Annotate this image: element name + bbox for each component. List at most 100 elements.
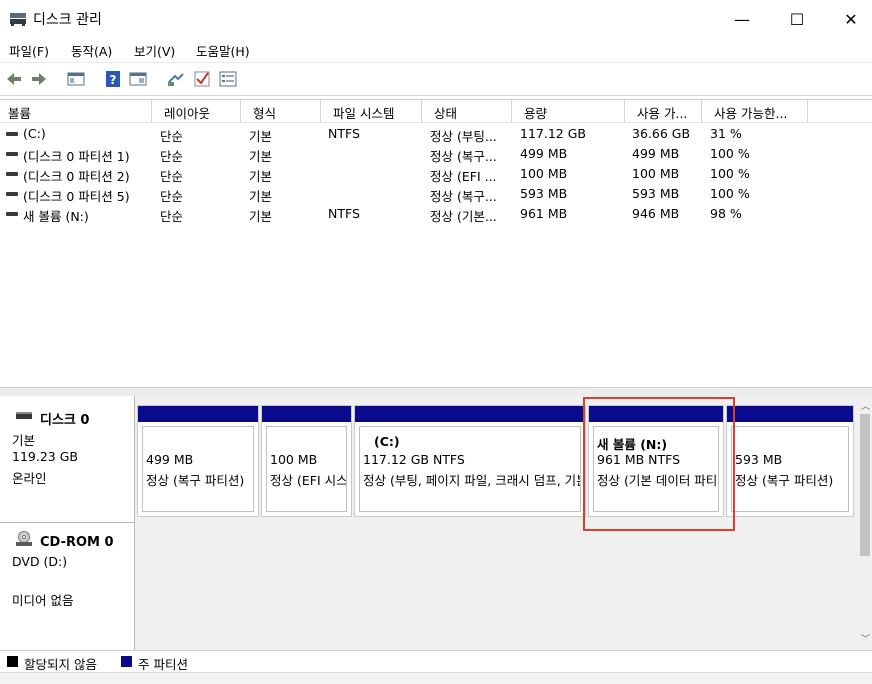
- legend: 할당되지 않음 주 파티션: [0, 650, 872, 673]
- partition-c[interactable]: (C:) 117.12 GB NTFS 정상 (부팅, 페이지 파일, 크래시 …: [354, 405, 586, 517]
- menu-bar: 파일(F) 동작(A) 보기(V) 도움말(H): [0, 38, 872, 62]
- volume-layout: 단순: [160, 189, 184, 204]
- volume-percent: 100 %: [710, 146, 750, 161]
- selection-highlight: [583, 397, 735, 531]
- partition-title: (C:): [374, 434, 400, 449]
- volume-icon: [6, 172, 18, 176]
- disk-0-state: 온라인: [12, 471, 47, 486]
- check-icon[interactable]: [193, 70, 211, 88]
- volume-free: 946 MB: [632, 206, 680, 221]
- help-icon[interactable]: ?: [104, 70, 122, 88]
- vertical-scrollbar[interactable]: ︿ ﹀: [858, 396, 872, 650]
- column-divider[interactable]: [624, 100, 625, 122]
- volume-type: 기본: [249, 189, 273, 204]
- title-bar: 디스크 관리 — ☐ ✕: [0, 0, 872, 38]
- menu-file[interactable]: 파일(F): [9, 41, 49, 60]
- scrollbar-thumb[interactable]: [860, 414, 870, 556]
- partition-size: 100 MB: [270, 452, 318, 467]
- scroll-down-icon[interactable]: ﹀: [861, 632, 870, 645]
- column-divider[interactable]: [421, 100, 422, 122]
- volume-free: 593 MB: [632, 186, 680, 201]
- minimize-button[interactable]: —: [719, 0, 765, 38]
- volume-name: 새 볼륨 (N:): [23, 209, 89, 224]
- window-title: 디스크 관리: [33, 12, 102, 28]
- legend-primary-label: 주 파티션: [138, 657, 188, 672]
- column-percent-free[interactable]: 사용 가능한...: [714, 103, 787, 121]
- back-arrow-icon[interactable]: [5, 70, 23, 88]
- cdrom-0-name: CD-ROM 0: [40, 535, 114, 550]
- volume-percent: 98 %: [710, 206, 742, 221]
- volume-icon: [6, 212, 18, 216]
- partition-recovery-1[interactable]: 499 MB 정상 (복구 파티션): [137, 405, 259, 517]
- volume-row[interactable]: (C:) 단순 기본 NTFS 정상 (부팅... 117.12 GB 36.6…: [0, 124, 872, 144]
- partition-status: 정상 (EFI 시스템 파티션): [270, 473, 347, 488]
- partition-recovery-5[interactable]: 593 MB 정상 (복구 파티션): [726, 405, 854, 517]
- volume-fs: NTFS: [328, 206, 360, 221]
- maximize-button[interactable]: ☐: [774, 0, 820, 38]
- volume-percent: 100 %: [710, 166, 750, 181]
- menu-help[interactable]: 도움말(H): [196, 41, 250, 60]
- volume-type: 기본: [249, 149, 273, 164]
- status-bar: [0, 672, 872, 684]
- cdrom-0-drive: DVD (D:): [12, 554, 68, 569]
- column-divider[interactable]: [320, 100, 321, 122]
- partition-status: 정상 (복구 파티션): [146, 473, 245, 488]
- volume-icon: [6, 192, 18, 196]
- scroll-up-icon[interactable]: ︿: [861, 399, 870, 412]
- disk-0-label[interactable]: 디스크 0 기본 119.23 GB 온라인: [0, 396, 135, 523]
- volume-icon: [6, 152, 18, 156]
- column-layout[interactable]: 레이아웃: [164, 103, 210, 121]
- volume-list: 볼륨 레이아웃 형식 파일 시스템 상태 용량 사용 가... 사용 가능한..…: [0, 99, 872, 388]
- cdrom-0-state: 미디어 없음: [12, 593, 74, 608]
- column-divider[interactable]: [151, 100, 152, 122]
- column-free-space[interactable]: 사용 가...: [637, 103, 687, 121]
- console-tree-icon[interactable]: [67, 70, 85, 88]
- column-divider[interactable]: [701, 100, 702, 122]
- volume-free: 499 MB: [632, 146, 680, 161]
- settings-list-icon[interactable]: [219, 70, 237, 88]
- partition-status: 정상 (복구 파티션): [735, 473, 834, 488]
- partition-efi[interactable]: 100 MB 정상 (EFI 시스템 파티션): [261, 405, 352, 517]
- toolbar: ?: [0, 62, 872, 96]
- volume-layout: 단순: [160, 129, 184, 144]
- volume-name: (디스크 0 파티션 1): [23, 149, 130, 164]
- properties-icon[interactable]: [129, 70, 147, 88]
- volume-row[interactable]: (디스크 0 파티션 1) 단순 기본 정상 (복구... 499 MB 499…: [0, 144, 872, 164]
- close-button[interactable]: ✕: [828, 0, 872, 38]
- partition-type-bar: [727, 406, 853, 422]
- connect-icon[interactable]: [167, 70, 185, 88]
- column-divider[interactable]: [511, 100, 512, 122]
- menu-view[interactable]: 보기(V): [134, 41, 175, 60]
- volume-free: 100 MB: [632, 166, 680, 181]
- volume-capacity: 100 MB: [520, 166, 568, 181]
- partition-body: 499 MB 정상 (복구 파티션): [142, 426, 254, 512]
- column-divider[interactable]: [240, 100, 241, 122]
- volume-icon: [6, 132, 18, 136]
- column-divider[interactable]: [807, 100, 808, 122]
- volume-capacity: 961 MB: [520, 206, 568, 221]
- volume-row[interactable]: (디스크 0 파티션 2) 단순 기본 정상 (EFI ... 100 MB 1…: [0, 164, 872, 184]
- partition-status: 정상 (부팅, 페이지 파일, 크래시 덤프, 기본 데이터 파티션): [363, 473, 580, 488]
- volume-row[interactable]: 새 볼륨 (N:) 단순 기본 NTFS 정상 (기본... 961 MB 94…: [0, 204, 872, 224]
- volume-status: 정상 (복구...: [430, 149, 497, 164]
- column-volume[interactable]: 볼륨: [8, 103, 31, 121]
- column-type[interactable]: 형식: [253, 103, 276, 121]
- volume-list-header: 볼륨 레이아웃 형식 파일 시스템 상태 용량 사용 가... 사용 가능한..…: [0, 100, 872, 123]
- volume-row[interactable]: (디스크 0 파티션 5) 단순 기본 정상 (복구... 593 MB 593…: [0, 184, 872, 204]
- disk-icon: [16, 412, 32, 419]
- column-status[interactable]: 상태: [434, 103, 457, 121]
- column-file-system[interactable]: 파일 시스템: [333, 103, 394, 121]
- volume-fs: NTFS: [328, 126, 360, 141]
- partition-type-bar: [355, 406, 585, 422]
- partition-body: 100 MB 정상 (EFI 시스템 파티션): [266, 426, 347, 512]
- forward-arrow-icon[interactable]: [30, 70, 48, 88]
- maximize-icon: ☐: [789, 9, 805, 29]
- menu-action[interactable]: 동작(A): [71, 41, 112, 60]
- volume-status: 정상 (복구...: [430, 189, 497, 204]
- column-capacity[interactable]: 용량: [524, 103, 547, 121]
- cdrom-0-label[interactable]: CD-ROM 0 DVD (D:) 미디어 없음: [0, 523, 135, 651]
- partition-type-bar: [138, 406, 258, 422]
- legend-unallocated-label: 할당되지 않음: [24, 657, 97, 672]
- disk-0-name: 디스크 0: [40, 413, 90, 428]
- volume-type: 기본: [249, 129, 273, 144]
